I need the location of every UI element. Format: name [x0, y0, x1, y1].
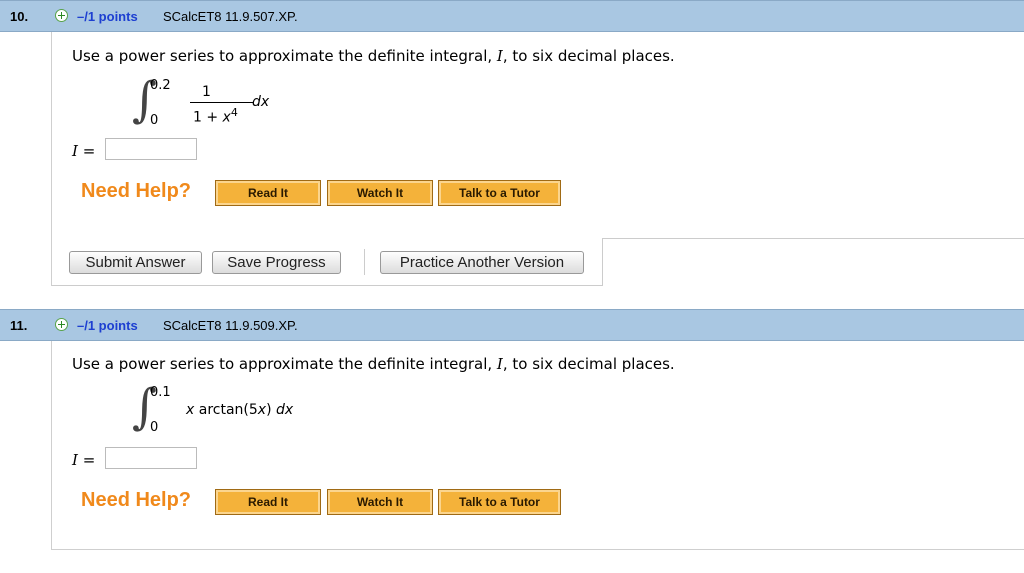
- question-11-body: Use a power series to approximate the de…: [51, 341, 1024, 550]
- expand-plus-icon[interactable]: [55, 318, 68, 331]
- divider: [364, 249, 365, 275]
- practice-another-version-button[interactable]: Practice Another Version: [380, 251, 584, 274]
- save-progress-button[interactable]: Save Progress: [212, 251, 341, 274]
- body-bottom-border: [52, 285, 603, 286]
- question-11-header: 11. –/1 points SCalcET8 11.9.509.XP.: [0, 309, 1024, 341]
- points-label: –/1 points: [77, 318, 138, 333]
- fraction-numerator: 1: [202, 84, 211, 100]
- integral-expression: ∫ 0.1 0 x arctan(5x) dx: [132, 383, 392, 439]
- question-code: SCalcET8 11.9.509.XP.: [163, 318, 298, 333]
- submit-answer-button[interactable]: Submit Answer: [69, 251, 202, 274]
- integrand: x arctan(5x) dx: [186, 402, 294, 418]
- points-label: –/1 points: [77, 9, 138, 24]
- need-help-label: Need Help?: [81, 180, 192, 202]
- question-number: 10.: [10, 9, 29, 24]
- need-help-label: Need Help?: [81, 489, 192, 511]
- answer-input[interactable]: [105, 138, 197, 160]
- panel-border: [602, 238, 603, 286]
- i-label: I =: [72, 451, 96, 469]
- upper-limit: 0.1: [150, 385, 171, 400]
- question-number: 11.: [10, 318, 28, 333]
- differential: dx: [252, 94, 270, 110]
- fraction-bar: [190, 102, 254, 103]
- expand-plus-icon[interactable]: [55, 9, 68, 22]
- read-it-button[interactable]: Read It: [215, 489, 321, 515]
- question-prompt: Use a power series to approximate the de…: [72, 355, 675, 373]
- answer-input[interactable]: [105, 447, 197, 469]
- watch-it-button[interactable]: Watch It: [327, 489, 433, 515]
- watch-it-button[interactable]: Watch It: [327, 180, 433, 206]
- read-it-button[interactable]: Read It: [215, 180, 321, 206]
- integral-expression: ∫ 0.2 0 1 1 + x4 dx: [132, 76, 332, 132]
- question-prompt: Use a power series to approximate the de…: [72, 47, 675, 65]
- lower-limit: 0: [150, 420, 159, 435]
- question-10-body: Use a power series to approximate the de…: [51, 32, 1024, 286]
- question-10-header: 10. –/1 points SCalcET8 11.9.507.XP.: [0, 0, 1024, 32]
- upper-limit: 0.2: [150, 78, 171, 93]
- talk-to-tutor-button[interactable]: Talk to a Tutor: [438, 489, 561, 515]
- i-label: I =: [72, 142, 96, 160]
- question-code: SCalcET8 11.9.507.XP.: [163, 9, 298, 24]
- panel-border-top: [602, 238, 1024, 239]
- fraction-denominator: 1 + x4: [193, 106, 238, 126]
- talk-to-tutor-button[interactable]: Talk to a Tutor: [438, 180, 561, 206]
- lower-limit: 0: [150, 113, 159, 128]
